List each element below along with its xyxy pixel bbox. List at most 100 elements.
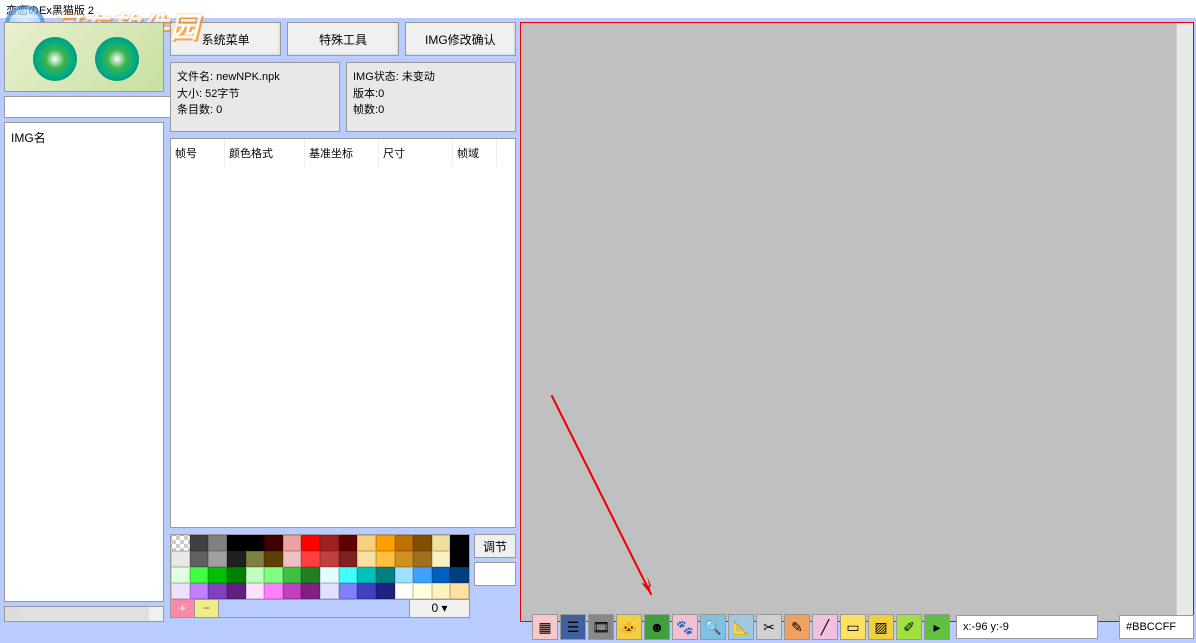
palette-swatch[interactable]	[339, 583, 358, 599]
palette-swatch[interactable]	[450, 535, 469, 551]
palette-swatch[interactable]	[246, 567, 265, 583]
frame-table[interactable]: 帧号 颜色格式 基准坐标 尺寸 帧域	[170, 138, 516, 528]
palette-swatch[interactable]	[283, 567, 302, 583]
face-icon[interactable]: ☻	[644, 614, 670, 640]
palette-swatch[interactable]	[283, 583, 302, 599]
palette-swatch[interactable]	[227, 567, 246, 583]
palette-swatch[interactable]	[432, 583, 451, 599]
current-color-swatch[interactable]	[474, 562, 516, 586]
palette-swatch[interactable]	[395, 567, 414, 583]
palette-add-button[interactable]: +	[171, 600, 195, 617]
palette-swatch[interactable]	[357, 551, 376, 567]
ruler-icon[interactable]: 📐	[728, 614, 754, 640]
palette-swatch[interactable]	[208, 567, 227, 583]
palette-remove-button[interactable]: −	[195, 600, 219, 617]
palette-swatch[interactable]	[357, 583, 376, 599]
palette-swatch[interactable]	[339, 535, 358, 551]
palette-swatch[interactable]	[357, 567, 376, 583]
palette-swatch[interactable]	[413, 567, 432, 583]
palette-swatch[interactable]	[208, 583, 227, 599]
film-icon[interactable]: 🎞	[588, 614, 614, 640]
palette-swatch[interactable]	[208, 535, 227, 551]
palette-swatch[interactable]	[301, 583, 320, 599]
palette-swatch[interactable]	[320, 535, 339, 551]
palette-swatch[interactable]	[283, 551, 302, 567]
palette-swatch[interactable]	[190, 567, 209, 583]
palette-swatch[interactable]	[376, 535, 395, 551]
cat-icon[interactable]: 🐱	[616, 614, 642, 640]
frame-table-header: 帧号 颜色格式 基准坐标 尺寸 帧域	[171, 139, 515, 167]
palette-swatch[interactable]	[171, 535, 190, 551]
palette-swatch[interactable]	[320, 551, 339, 567]
grid-icon[interactable]: ▦	[532, 614, 558, 640]
palette-swatch[interactable]	[376, 567, 395, 583]
fill-icon[interactable]: ▨	[868, 614, 894, 640]
palette-swatch[interactable]	[432, 551, 451, 567]
palette-swatch[interactable]	[264, 567, 283, 583]
eyedropper-icon[interactable]: ✐	[896, 614, 922, 640]
palette-swatch[interactable]	[450, 567, 469, 583]
palette-swatch[interactable]	[450, 551, 469, 567]
color-palette[interactable]: + − 0 ▾	[170, 534, 470, 622]
palette-swatch[interactable]	[357, 535, 376, 551]
palette-swatch[interactable]	[246, 583, 265, 599]
palette-swatch[interactable]	[246, 535, 265, 551]
color-code-display: #BBCCFF	[1119, 615, 1194, 639]
palette-swatch[interactable]	[246, 551, 265, 567]
palette-swatch[interactable]	[320, 567, 339, 583]
palette-swatch[interactable]	[376, 551, 395, 567]
file-info-box: 文件名: newNPK.npk 大小: 52字节 条目数: 0	[170, 62, 340, 132]
img-list[interactable]: IMG名	[4, 122, 164, 602]
search-input[interactable]	[4, 96, 191, 118]
palette-swatch[interactable]	[264, 551, 283, 567]
coordinates-display: x:-96 y:-9	[956, 615, 1098, 639]
img-list-header: IMG名	[11, 129, 157, 146]
palette-swatch[interactable]	[320, 583, 339, 599]
tag-icon[interactable]: ▸	[924, 614, 950, 640]
palette-swatch[interactable]	[264, 535, 283, 551]
paw-icon[interactable]: 🐾	[672, 614, 698, 640]
palette-swatch[interactable]	[432, 535, 451, 551]
palette-swatch[interactable]	[395, 583, 414, 599]
pencil-icon[interactable]: ✎	[784, 614, 810, 640]
line-icon[interactable]: ╱	[812, 614, 838, 640]
img-status-box: IMG状态: 未变动 版本:0 帧数:0	[346, 62, 516, 132]
palette-swatch[interactable]	[208, 551, 227, 567]
middle-panel: 系统菜单 特殊工具 IMG修改确认 文件名: newNPK.npk 大小: 52…	[168, 18, 518, 626]
palette-swatch[interactable]	[264, 583, 283, 599]
palette-swatch[interactable]	[190, 583, 209, 599]
palette-swatch[interactable]	[432, 567, 451, 583]
palette-swatch[interactable]	[227, 583, 246, 599]
canvas-area[interactable]	[520, 22, 1194, 622]
zoom-icon[interactable]: 🔍	[700, 614, 726, 640]
adjust-button[interactable]: 调节	[474, 534, 516, 558]
palette-swatch[interactable]	[190, 535, 209, 551]
crop-icon[interactable]: ✂	[756, 614, 782, 640]
palette-swatch[interactable]	[450, 583, 469, 599]
palette-swatch[interactable]	[171, 583, 190, 599]
img-confirm-button[interactable]: IMG修改确认	[405, 22, 516, 56]
palette-swatch[interactable]	[190, 551, 209, 567]
eraser-icon[interactable]: ▭	[840, 614, 866, 640]
palette-swatch[interactable]	[413, 535, 432, 551]
palette-swatch[interactable]	[413, 551, 432, 567]
palette-swatch[interactable]	[301, 567, 320, 583]
palette-swatch[interactable]	[339, 551, 358, 567]
palette-swatch[interactable]	[171, 551, 190, 567]
palette-swatch[interactable]	[301, 535, 320, 551]
palette-swatch[interactable]	[227, 551, 246, 567]
palette-swatch[interactable]	[283, 535, 302, 551]
palette-swatch[interactable]	[395, 535, 414, 551]
palette-swatch[interactable]	[301, 551, 320, 567]
palette-swatch[interactable]	[227, 535, 246, 551]
layers-icon[interactable]: ☰	[560, 614, 586, 640]
palette-swatch[interactable]	[413, 583, 432, 599]
palette-counter[interactable]: 0 ▾	[409, 600, 469, 617]
system-menu-button[interactable]: 系统菜单	[170, 22, 281, 56]
palette-swatch[interactable]	[171, 567, 190, 583]
horizontal-scrollbar[interactable]	[4, 606, 164, 622]
palette-swatch[interactable]	[376, 583, 395, 599]
special-tools-button[interactable]: 特殊工具	[287, 22, 398, 56]
palette-swatch[interactable]	[339, 567, 358, 583]
palette-swatch[interactable]	[395, 551, 414, 567]
